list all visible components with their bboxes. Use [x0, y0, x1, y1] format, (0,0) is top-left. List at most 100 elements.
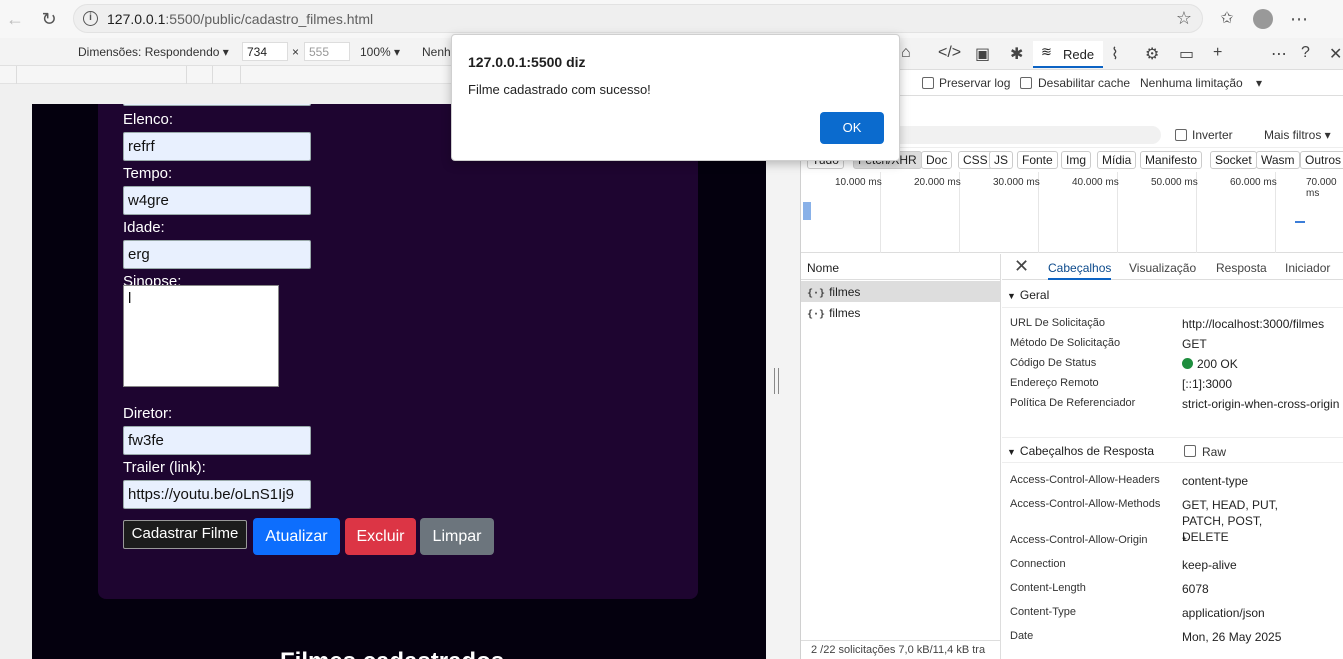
idade-input[interactable]: erg	[123, 240, 311, 269]
ok-button[interactable]: OK	[820, 112, 884, 144]
add-tool-icon[interactable]: +	[1213, 44, 1222, 62]
raw-label: Raw	[1202, 445, 1227, 459]
application-icon[interactable]: ▭	[1179, 44, 1194, 64]
atualizar-button[interactable]: Atualizar	[253, 518, 340, 555]
height-input[interactable]: 555	[304, 42, 350, 61]
tempo-input[interactable]: w4gre	[123, 186, 311, 215]
timeline-tick: 10.000 ms	[835, 177, 882, 188]
help-icon[interactable]: ?	[1301, 44, 1310, 62]
trailer-input[interactable]: https://youtu.be/oLnS1Ij9	[123, 480, 311, 509]
header-value: content-type	[1182, 474, 1249, 488]
tab-headers[interactable]: Cabeçalhos	[1048, 261, 1112, 280]
header-value: GET	[1182, 337, 1207, 351]
header-value: 6078	[1182, 582, 1209, 596]
header-key: Política De Referenciador	[1010, 397, 1136, 409]
type-css[interactable]: CSS	[958, 151, 993, 169]
status-ok-icon	[1182, 358, 1193, 369]
disable-cache-label: Desabilitar cache	[1038, 76, 1131, 90]
timeline-tick: 20.000 ms	[914, 177, 961, 188]
console-icon[interactable]: ▣	[975, 44, 990, 64]
request-list: Nome {·} filmes {·} filmes 2 /22 solicitaç…	[801, 254, 1001, 659]
type-img[interactable]: Img	[1061, 151, 1092, 169]
home-icon[interactable]: ⌂	[901, 44, 911, 62]
dialog-message: Filme cadastrado com sucesso!	[468, 82, 651, 97]
header-key: Método De Solicitação	[1010, 337, 1121, 349]
panel-splitter[interactable]	[766, 84, 800, 659]
more-menu-icon[interactable]: ⋯	[1288, 8, 1310, 30]
preserve-log-checkbox[interactable]	[922, 77, 934, 89]
trailer-label: Trailer (link):	[123, 459, 206, 476]
header-key: Connection	[1010, 558, 1066, 570]
close-details-icon[interactable]: ✕	[1014, 256, 1029, 277]
response-headers-section[interactable]: ▼ Cabeçalhos de Resposta Raw	[1002, 437, 1343, 463]
close-devtools-icon[interactable]: ✕	[1329, 44, 1342, 64]
reload-icon[interactable]: ↻	[38, 8, 60, 30]
header-key: Access-Control-Allow-Headers	[1010, 474, 1160, 486]
header-key: Access-Control-Allow-Methods	[1010, 498, 1161, 510]
width-input[interactable]: 734	[242, 42, 288, 61]
request-row[interactable]: {·} filmes	[801, 281, 1001, 302]
header-value: Mon, 26 May 2025	[1182, 630, 1282, 644]
dimensions-select[interactable]: Dimensões: Respondendo ▾	[78, 45, 229, 59]
raw-checkbox[interactable]	[1184, 445, 1196, 457]
type-socket[interactable]: Socket	[1210, 151, 1257, 169]
times-sign: ×	[292, 45, 300, 59]
type-wasm[interactable]: Wasm	[1256, 151, 1300, 169]
performance-icon[interactable]: ⌇	[1111, 44, 1119, 64]
diretor-input[interactable]: fw3fe	[123, 426, 311, 455]
type-doc[interactable]: Doc	[921, 151, 953, 169]
header-value: strict-origin-when-cross-origin	[1182, 397, 1340, 411]
excluir-button[interactable]: Excluir	[345, 518, 416, 555]
name-column-header[interactable]: Nome	[801, 254, 1001, 280]
tab-preview[interactable]: Visualização	[1129, 261, 1196, 275]
back-icon[interactable]: ←	[4, 8, 26, 30]
resize-grip-icon[interactable]	[774, 368, 779, 394]
cadastrar-button[interactable]: Cadastrar Filme	[123, 520, 247, 549]
elenco-input[interactable]: refrf	[123, 132, 311, 161]
tab-response[interactable]: Resposta	[1216, 261, 1267, 275]
general-section[interactable]: ▼ Geral	[1002, 282, 1343, 308]
type-other[interactable]: Outros	[1300, 151, 1343, 169]
limpar-button[interactable]: Limpar	[420, 518, 494, 555]
more-filters-dropdown[interactable]: Mais filtros ▾	[1264, 128, 1331, 142]
timeline-bar	[1295, 221, 1305, 223]
tab-initiator[interactable]: Iniciador	[1285, 261, 1330, 275]
timeline-tick: 40.000 ms	[1072, 177, 1119, 188]
profile-avatar[interactable]	[1252, 8, 1274, 30]
partial-input[interactable]: frcf	[123, 104, 311, 106]
request-details: ✕ Cabeçalhos Visualização Resposta Inici…	[1002, 254, 1343, 659]
network-timeline[interactable]: 10.000 ms 20.000 ms 30.000 ms 40.000 ms …	[801, 172, 1343, 253]
type-js[interactable]: JS	[989, 151, 1014, 169]
details-tabbar: ✕ Cabeçalhos Visualização Resposta Inici…	[1002, 254, 1343, 280]
header-key: Date	[1010, 630, 1034, 642]
tab-network[interactable]: ≋ Rede	[1033, 41, 1103, 68]
devtools-more-icon[interactable]: ⋯	[1271, 44, 1287, 64]
request-row[interactable]: {·} filmes	[801, 302, 1001, 323]
type-media[interactable]: Mídia	[1097, 151, 1137, 169]
filmes-heading: Filmes cadastrados	[280, 648, 504, 659]
sinopse-textarea[interactable]: l	[123, 285, 279, 387]
disable-cache-checkbox[interactable]	[1020, 77, 1032, 89]
address-bar[interactable]: i 127.0.0.1:5500/public/cadastro_filmes.…	[73, 4, 1203, 33]
invert-label: Inverter	[1192, 128, 1233, 142]
favorite-star-icon[interactable]: ☆	[1176, 8, 1192, 29]
throttle-select[interactable]: Nenh	[422, 45, 451, 59]
type-manifest[interactable]: Manifesto	[1140, 151, 1203, 169]
browser-toolbar: ← ↻ i 127.0.0.1:5500/public/cadastro_fil…	[0, 0, 1343, 38]
site-info-icon[interactable]: i	[83, 11, 98, 26]
favorites-icon[interactable]: ✩	[1216, 8, 1238, 30]
zoom-select[interactable]: 100% ▾	[360, 45, 400, 59]
alert-dialog: 127.0.0.1:5500 diz Filme cadastrado com …	[451, 34, 900, 161]
throttle-dropdown[interactable]: Nenhuma limitação ▾	[1140, 76, 1262, 90]
header-key: Endereço Remoto	[1010, 377, 1099, 389]
elements-icon[interactable]: </>	[938, 44, 961, 62]
header-value: *	[1182, 534, 1187, 548]
invert-checkbox[interactable]	[1175, 129, 1187, 141]
header-key: Content-Length	[1010, 582, 1086, 594]
wifi-icon: ≋	[1041, 44, 1052, 59]
timeline-tick: 50.000 ms	[1151, 177, 1198, 188]
sources-icon[interactable]: ✱	[1010, 44, 1023, 64]
type-font[interactable]: Fonte	[1017, 151, 1058, 169]
header-key: Access-Control-Allow-Origin	[1010, 534, 1148, 546]
settings-gear-icon[interactable]: ⚙	[1145, 44, 1159, 64]
